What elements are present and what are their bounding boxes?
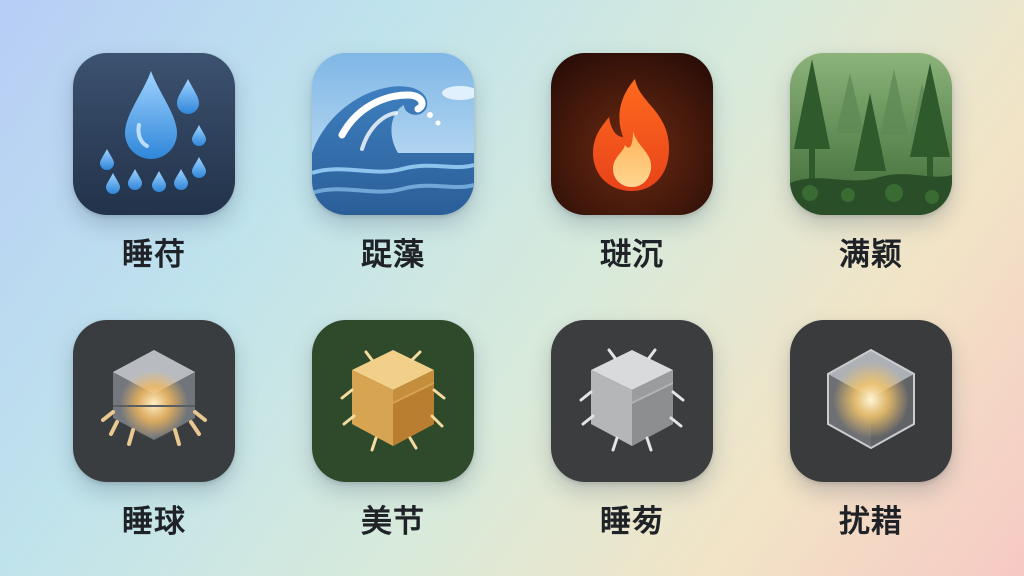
- app-label: 睡茐: [600, 504, 664, 540]
- app-tile-stone[interactable]: 睡茐: [551, 320, 713, 540]
- app-label: 睡苻: [122, 237, 186, 273]
- app-tile-crystal[interactable]: 睡球: [73, 320, 235, 540]
- glowing-crystal-cube-icon[interactable]: [73, 320, 235, 482]
- app-tile-fire[interactable]: 琎沉: [551, 53, 713, 273]
- app-grid-screen: 睡苻 踀藻 琎沉 满颖 睡球 美节 睡茐 扰耤: [0, 0, 1024, 576]
- app-tile-rain[interactable]: 睡苻: [73, 53, 235, 273]
- app-label: 琎沉: [600, 237, 664, 273]
- app-tile-light-cube[interactable]: 扰耤: [790, 320, 952, 540]
- forest-icon[interactable]: [790, 53, 952, 215]
- light-cube-icon[interactable]: [790, 320, 952, 482]
- app-tile-wave[interactable]: 踀藻: [312, 53, 474, 273]
- app-label: 睡球: [122, 504, 186, 540]
- raindrops-icon[interactable]: [73, 53, 235, 215]
- app-label: 满颖: [839, 237, 903, 273]
- ocean-wave-icon[interactable]: [312, 53, 474, 215]
- hay-block-icon[interactable]: [312, 320, 474, 482]
- app-label: 美节: [361, 504, 425, 540]
- app-label: 踀藻: [361, 237, 425, 273]
- app-tile-forest[interactable]: 满颖: [790, 53, 952, 273]
- fire-icon[interactable]: [551, 53, 713, 215]
- app-tile-hay[interactable]: 美节: [312, 320, 474, 540]
- stone-block-icon[interactable]: [551, 320, 713, 482]
- app-label: 扰耤: [839, 504, 903, 540]
